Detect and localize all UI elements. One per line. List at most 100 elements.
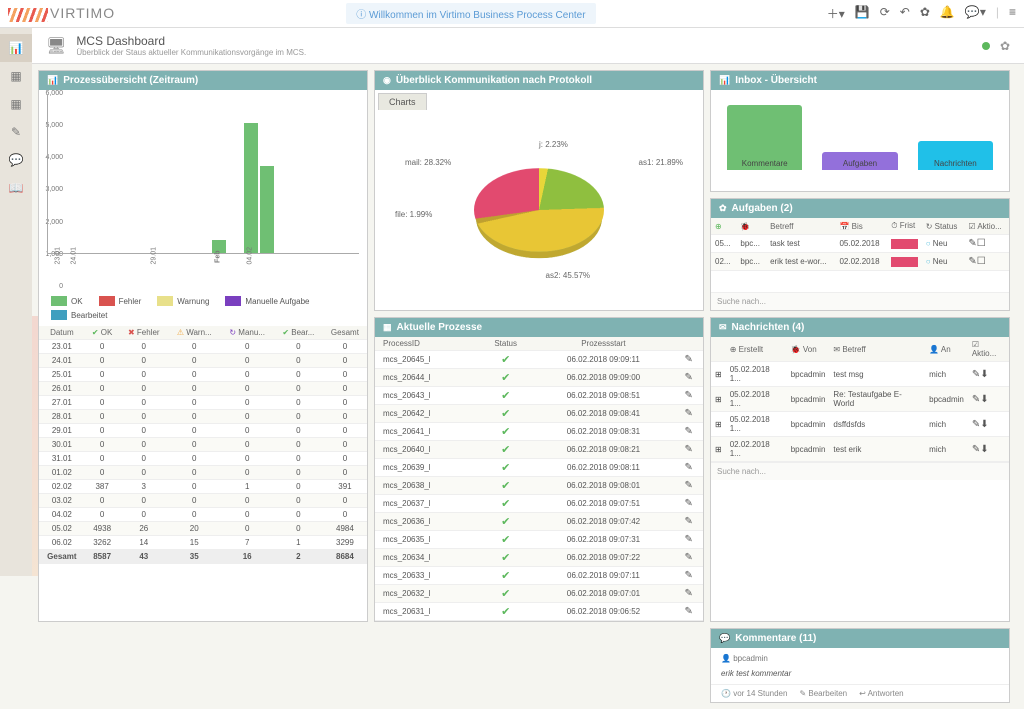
summary-table: Datum✔ OK✖ Fehler⚠ Warn...↻ Manu...✔ Bea…: [39, 326, 367, 564]
edit-icon[interactable]: ✎: [685, 588, 693, 599]
message-row[interactable]: ⊞02.02.2018 1...bpcadmintest erikmich✎⬇: [711, 437, 1009, 462]
process-row[interactable]: mcs_20631_l✔06.02.2018 09:06:52✎: [375, 603, 703, 621]
task-row[interactable]: 02...bpc...erik test e-wor...02.02.2018N…: [711, 253, 1009, 271]
table-row[interactable]: 26.01000000: [39, 382, 367, 396]
nav-dashboard-icon[interactable]: 📊: [0, 34, 32, 62]
table-row[interactable]: 27.01000000: [39, 396, 367, 410]
chat-icon[interactable]: 💬▾: [965, 5, 986, 22]
chart-icon: 📊: [719, 75, 730, 86]
nav-grid-icon[interactable]: ▦: [0, 90, 32, 118]
comment-edit[interactable]: ✎ Bearbeiten: [799, 689, 847, 698]
process-row[interactable]: mcs_20643_l✔06.02.2018 09:08:51✎: [375, 387, 703, 405]
table-row[interactable]: 02.023873010391: [39, 480, 367, 494]
bar-chart: 6,0005,0004,0003,0002,0001,0000 23.0124.…: [39, 90, 367, 290]
task-row[interactable]: 05...bpc...task test05.02.2018Neu✎☐: [711, 235, 1009, 253]
process-row[interactable]: mcs_20634_l✔06.02.2018 09:07:22✎: [375, 549, 703, 567]
expand-icon[interactable]: ⊞: [715, 395, 722, 404]
process-row[interactable]: mcs_20635_l✔06.02.2018 09:07:31✎: [375, 531, 703, 549]
refresh-icon[interactable]: ⟳: [880, 5, 890, 22]
panel-settings-icon[interactable]: ✿: [1000, 39, 1010, 53]
nav-chat-icon[interactable]: 💬: [0, 146, 32, 174]
table-row[interactable]: 31.01000000: [39, 452, 367, 466]
dashboard-icon: ◉: [383, 75, 391, 86]
table-row[interactable]: 29.01000000: [39, 424, 367, 438]
table-row[interactable]: 24.01000000: [39, 354, 367, 368]
table-row[interactable]: 05.0249382620004984: [39, 522, 367, 536]
edit-icon[interactable]: ✎: [685, 444, 693, 455]
process-row[interactable]: mcs_20636_l✔06.02.2018 09:07:42✎: [375, 513, 703, 531]
table-row[interactable]: 28.01000000: [39, 410, 367, 424]
monitor-icon: 🖥: [46, 36, 66, 56]
table-row[interactable]: 06.0232621415713299: [39, 536, 367, 550]
edit-icon[interactable]: ✎: [685, 390, 693, 401]
aufgaben-search[interactable]: Suche nach...: [711, 292, 1009, 310]
table-row[interactable]: 30.01000000: [39, 438, 367, 452]
undo-icon[interactable]: ↶: [900, 5, 910, 22]
process-row[interactable]: mcs_20642_l✔06.02.2018 09:08:41✎: [375, 405, 703, 423]
nav-book-icon[interactable]: 📖: [0, 174, 32, 202]
edit-icon[interactable]: ✎: [685, 480, 693, 491]
pie-chart: j: 2.23% as1: 21.89% as2: 45.57% mail: 2…: [375, 110, 703, 310]
bell-icon[interactable]: 🔔: [940, 5, 955, 22]
top-actions: ＋▾ 💾 ⟳ ↶ ✿ 🔔 💬▾ | ≡: [827, 5, 1016, 22]
table-row[interactable]: 23.01000000: [39, 340, 367, 354]
expand-icon[interactable]: ⊞: [715, 370, 722, 379]
menu-icon[interactable]: ≡: [1009, 5, 1016, 22]
process-row[interactable]: mcs_20638_l✔06.02.2018 09:08:01✎: [375, 477, 703, 495]
save-icon[interactable]: 💾: [855, 5, 870, 22]
add-icon[interactable]: ＋▾: [827, 5, 845, 22]
process-row[interactable]: mcs_20644_l✔06.02.2018 09:09:00✎: [375, 369, 703, 387]
process-row[interactable]: mcs_20641_l✔06.02.2018 09:08:31✎: [375, 423, 703, 441]
edit-icon[interactable]: ✎: [685, 462, 693, 473]
comment-text: erik test kommentar: [721, 669, 999, 678]
edit-icon[interactable]: ✎: [685, 516, 693, 527]
edit-icon[interactable]: ✎: [685, 552, 693, 563]
page-subtitle: Überblick der Staus aktueller Kommunikat…: [76, 48, 306, 57]
panel-kommentare: 💬Kommentare (11) 👤 bpcadmin erik test ko…: [710, 628, 1010, 703]
nav-calendar-icon[interactable]: ▦: [0, 62, 32, 90]
comment-time: 🕐 vor 14 Stunden: [721, 689, 787, 698]
action-icon[interactable]: ✎⬇: [972, 419, 989, 430]
table-row[interactable]: 01.02000000: [39, 466, 367, 480]
table-row[interactable]: 03.02000000: [39, 494, 367, 508]
message-row[interactable]: ⊞05.02.2018 1...bpcadmindsffdsfdsmich✎⬇: [711, 412, 1009, 437]
process-row[interactable]: mcs_20632_l✔06.02.2018 09:07:01✎: [375, 585, 703, 603]
action-icon[interactable]: ✎⬇: [972, 394, 989, 405]
comment-icon: 💬: [719, 633, 730, 644]
edit-icon[interactable]: ✎: [685, 408, 693, 419]
panel-aktuelle-prozesse: ▦Aktuelle Prozesse ProcessIDStatusProzes…: [374, 317, 704, 622]
tab-charts[interactable]: Charts: [378, 93, 427, 110]
table-total-row: Gesamt858743351628684: [39, 550, 367, 564]
nav-edit-icon[interactable]: ✎: [0, 118, 32, 146]
left-nav: 📊 ▦ ▦ ✎ 💬 📖: [0, 28, 32, 576]
table-row[interactable]: 04.02000000: [39, 508, 367, 522]
panel-aufgaben: ✿Aufgaben (2) ⊕🐞 Betreff📅 Bis ⏱ Frist↻ S…: [710, 198, 1010, 311]
nachrichten-search[interactable]: Suche nach...: [711, 462, 1009, 480]
edit-icon[interactable]: ✎: [685, 372, 693, 383]
process-row[interactable]: mcs_20645_l✔06.02.2018 09:09:11✎: [375, 351, 703, 369]
message-row[interactable]: ⊞05.02.2018 1...bpcadmintest msgmich✎⬇: [711, 362, 1009, 387]
table-row[interactable]: 25.01000000: [39, 368, 367, 382]
process-row[interactable]: mcs_20637_l✔06.02.2018 09:07:51✎: [375, 495, 703, 513]
process-row[interactable]: mcs_20639_l✔06.02.2018 09:08:11✎: [375, 459, 703, 477]
page-header: 🖥 MCS Dashboard Überblick der Staus aktu…: [32, 28, 1024, 64]
edit-icon[interactable]: ✎: [685, 534, 693, 545]
expand-icon[interactable]: ⊞: [715, 445, 722, 454]
comment-reply[interactable]: ↩ Antworten: [859, 689, 904, 698]
message-row[interactable]: ⊞05.02.2018 1...bpcadminRe: Testaufgabe …: [711, 387, 1009, 412]
panel-nachrichten: ✉Nachrichten (4) ⊕ Erstellt🐞 Von ✉ Betre…: [710, 317, 1010, 622]
chart-legend: OK Fehler Warnung Manuelle Aufgabe Bearb…: [39, 290, 367, 326]
edit-icon[interactable]: ✎: [685, 426, 693, 437]
edit-icon[interactable]: ✎: [685, 498, 693, 509]
gear-icon: ✿: [719, 203, 727, 214]
edit-icon[interactable]: ✎: [685, 606, 693, 617]
expand-icon[interactable]: ⊞: [715, 420, 722, 429]
process-row[interactable]: mcs_20640_l✔06.02.2018 09:08:21✎: [375, 441, 703, 459]
edit-icon[interactable]: ✎: [685, 354, 693, 365]
open-icon[interactable]: ✎☐: [968, 238, 985, 249]
action-icon[interactable]: ✎⬇: [972, 369, 989, 380]
inbox-chart: Kommentare Aufgaben Nachrichten: [711, 90, 1009, 170]
action-icon[interactable]: ✎⬇: [972, 444, 989, 455]
open-icon[interactable]: ✎☐: [968, 256, 985, 267]
settings-icon[interactable]: ✿: [920, 5, 930, 22]
